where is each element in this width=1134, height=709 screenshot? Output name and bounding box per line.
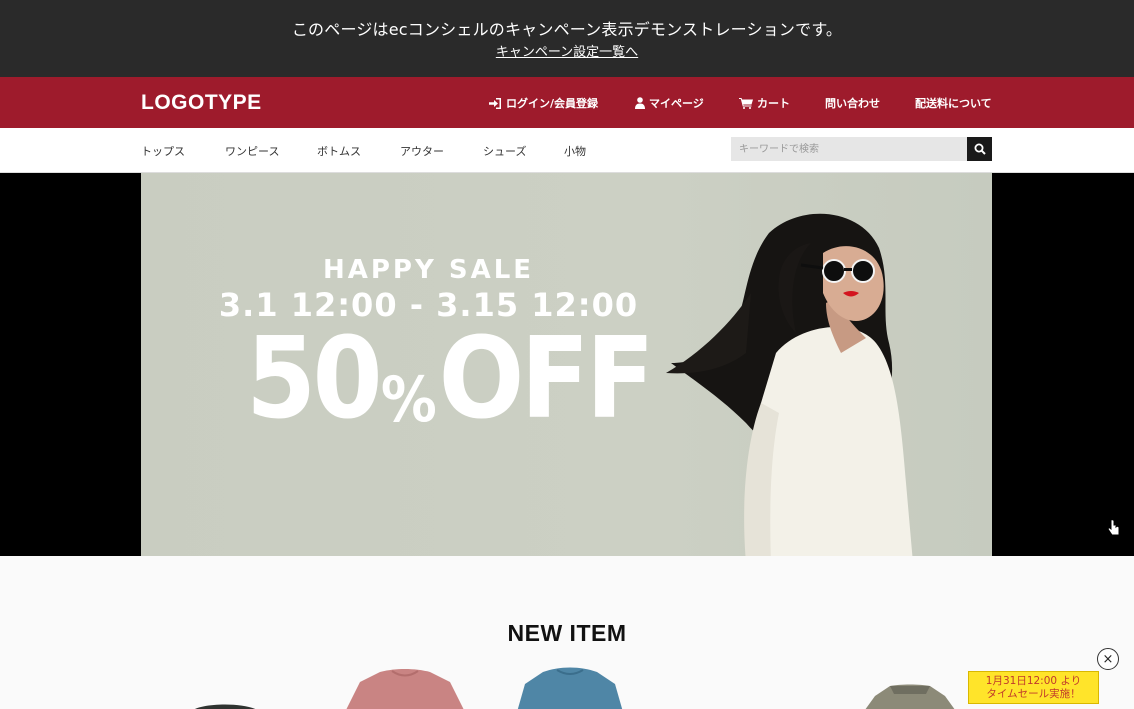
site-logo[interactable]: LOGOTYPE xyxy=(141,91,262,115)
shipping-label: 配送料について xyxy=(915,97,992,110)
pointer-cursor-icon xyxy=(1107,519,1120,536)
category-bar: トップス ワンピース ボトムス アウター シューズ 小物 xyxy=(0,128,1134,173)
timesale-message: タイムセール実施！ xyxy=(986,688,1081,700)
site-header: LOGOTYPE ログイン/会員登録 マイページ カート 問い合わせ 配送料につ… xyxy=(0,77,1134,128)
product-blue-sweater[interactable] xyxy=(515,666,625,709)
user-icon xyxy=(635,97,645,109)
login-label: ログイン/会員登録 xyxy=(506,97,599,110)
category-outer[interactable]: アウター xyxy=(400,143,444,159)
cart-label: カート xyxy=(757,97,790,110)
campaign-settings-link[interactable]: キャンペーン設定一覧へ xyxy=(496,45,638,60)
search-input[interactable] xyxy=(731,137,967,161)
product-dark-knit[interactable] xyxy=(185,700,265,709)
timesale-date: 1月31日12:00 より xyxy=(985,675,1082,687)
product-grey-turtleneck[interactable] xyxy=(860,684,960,709)
category-tops[interactable]: トップス xyxy=(141,143,185,159)
category-accessories[interactable]: 小物 xyxy=(564,143,586,159)
category-bottoms[interactable]: ボトムス xyxy=(317,143,361,159)
demo-notice-message: このページはecコンシェルのキャンペーン表示デモンストレーションです。 xyxy=(291,20,843,39)
sale-banner[interactable]: HAPPY SALE 3.1 12:00 - 3.15 12:00 50% OFF xyxy=(141,173,992,556)
banner-discount: 50% OFF xyxy=(246,314,655,444)
login-link[interactable]: ログイン/会員登録 xyxy=(489,95,598,111)
mypage-link[interactable]: マイページ xyxy=(635,95,704,111)
contact-link[interactable]: 問い合わせ xyxy=(825,95,880,111)
search-icon xyxy=(974,143,986,155)
hero-slider[interactable]: HAPPY SALE 3.1 12:00 - 3.15 12:00 50% OFF xyxy=(0,173,1134,556)
shipping-link[interactable]: 配送料について xyxy=(915,95,992,111)
discount-number: 50 xyxy=(246,314,383,444)
new-item-title: NEW ITEM xyxy=(507,620,627,646)
discount-word: OFF xyxy=(438,314,655,444)
cart-link[interactable]: カート xyxy=(739,95,790,111)
category-shoes[interactable]: シューズ xyxy=(483,143,526,159)
timesale-close-button[interactable]: × xyxy=(1097,648,1119,670)
model-photo xyxy=(666,213,913,556)
login-icon xyxy=(489,97,501,109)
search-button[interactable] xyxy=(967,137,992,161)
cart-icon xyxy=(739,97,753,109)
demo-notice-bar: このページはecコンシェルのキャンペーン表示デモンストレーションです。 キャンペ… xyxy=(0,0,1134,77)
mypage-label: マイページ xyxy=(649,97,704,110)
category-onepiece[interactable]: ワンピース xyxy=(225,143,279,159)
banner-headline: HAPPY SALE xyxy=(322,255,535,285)
timesale-badge[interactable]: 1月31日12:00 より タイムセール実施！ xyxy=(968,671,1099,704)
contact-label: 問い合わせ xyxy=(825,97,880,110)
product-pink-sweater[interactable] xyxy=(340,668,470,709)
discount-percent: % xyxy=(380,363,437,436)
